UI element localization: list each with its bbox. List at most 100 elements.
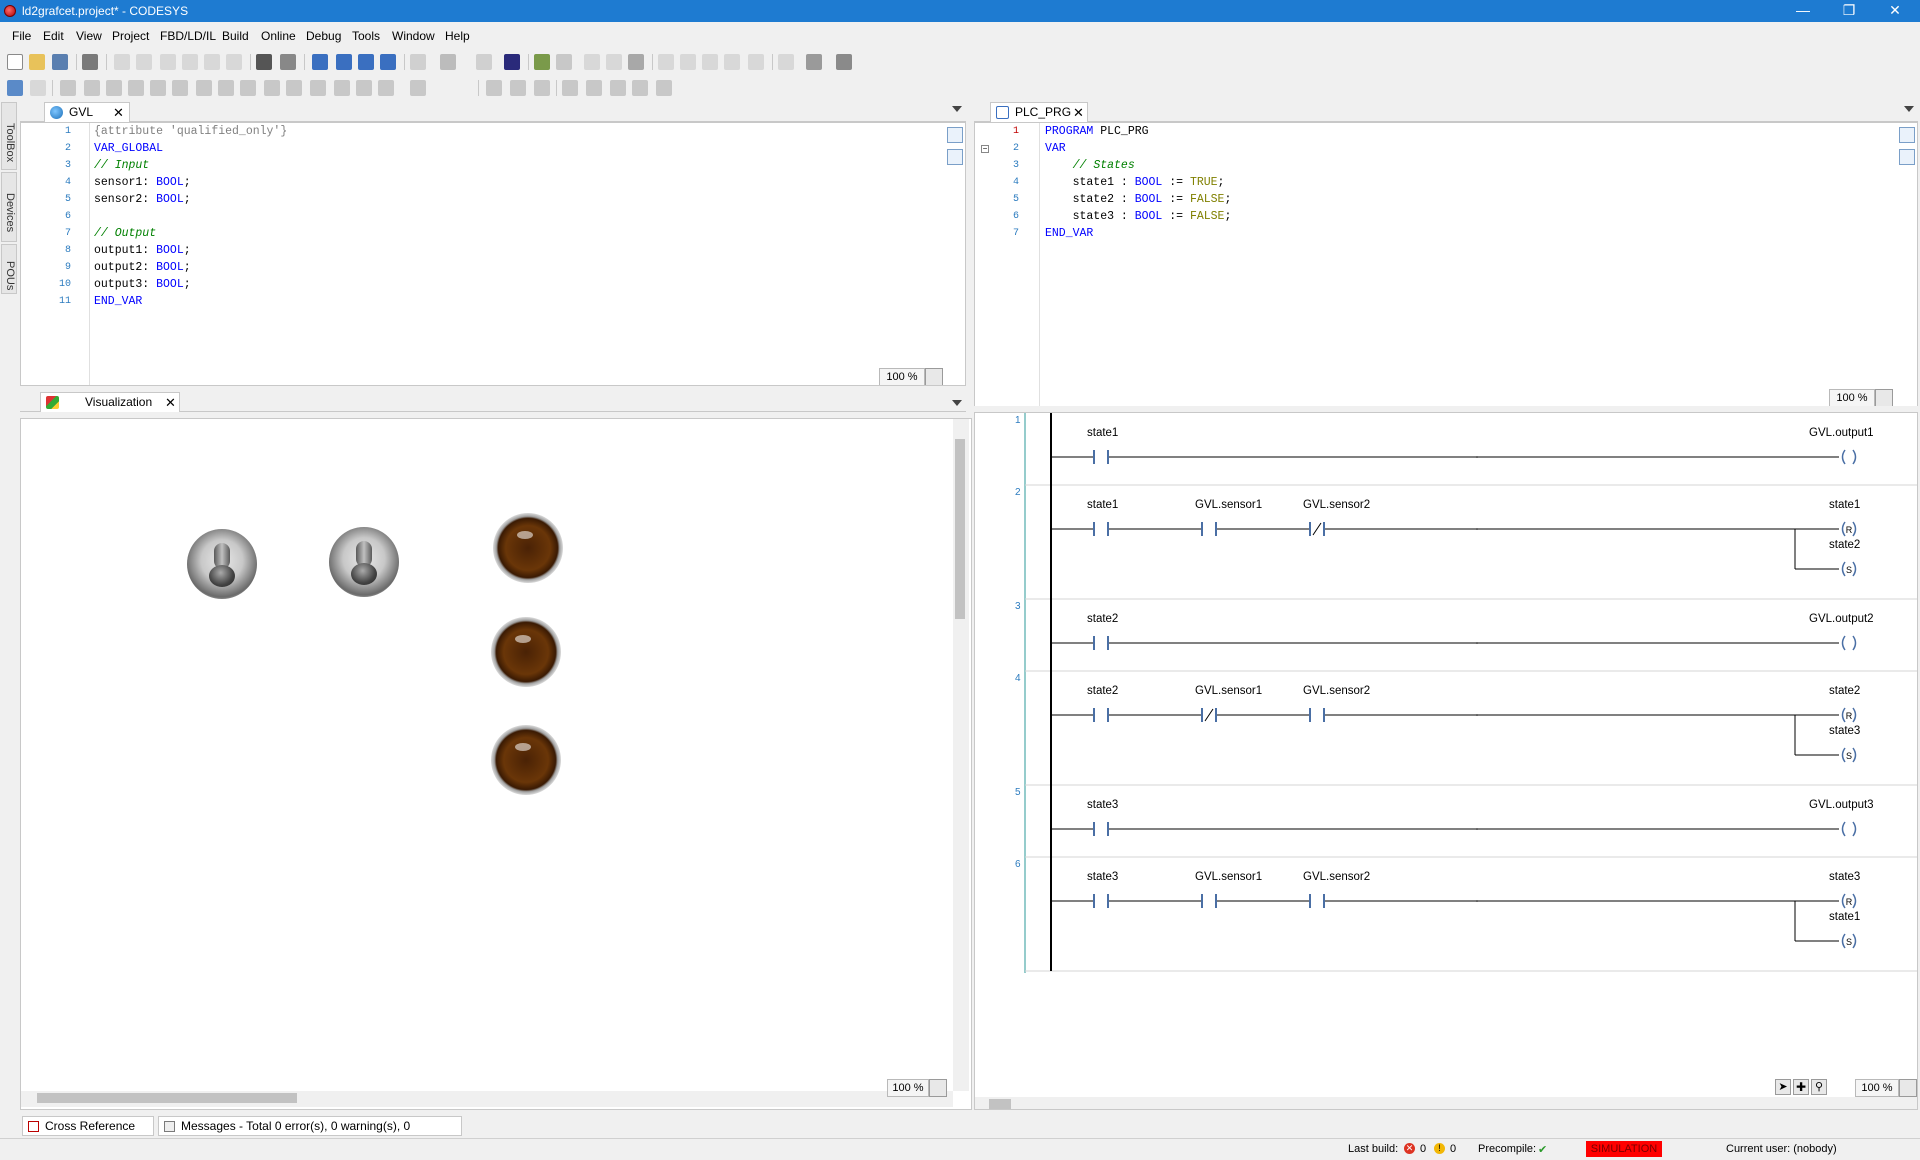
visualization-canvas[interactable]: 100 % — [20, 418, 972, 1110]
menu-tools[interactable]: Tools — [352, 29, 380, 43]
visualization-vertical-scrollbar[interactable] — [953, 419, 969, 1091]
insert-box-icon[interactable] — [196, 80, 212, 96]
contact-label[interactable]: GVL.sensor1 — [1195, 871, 1262, 883]
compare-icon[interactable] — [410, 54, 426, 70]
insert-branch-start-icon[interactable] — [378, 80, 394, 96]
plc-prg-declaration-editor[interactable]: 1 2 3 4 5 6 7 − PROGRAM PLC_PRG VAR // S… — [974, 122, 1918, 408]
dock-tab-devices[interactable]: Devices — [1, 172, 17, 242]
network-number[interactable]: 3 — [1015, 601, 1021, 612]
close-tab-icon[interactable]: ✕ — [165, 394, 176, 412]
step-out-icon[interactable] — [702, 54, 718, 70]
breakpoint-icon[interactable] — [748, 54, 764, 70]
tab-gvl[interactable]: GVL ✕ — [44, 102, 130, 122]
contact-label[interactable]: state2 — [1087, 685, 1118, 697]
insert-input-icon[interactable] — [310, 80, 326, 96]
menu-view[interactable]: View — [76, 29, 102, 43]
network-number[interactable]: 2 — [1015, 487, 1021, 498]
edge-detection-icon[interactable] — [510, 80, 526, 96]
contact-label[interactable]: state1 — [1087, 499, 1118, 511]
next-bookmark-icon[interactable] — [336, 54, 352, 70]
print-icon[interactable] — [82, 54, 98, 70]
visualization-horizontal-scrollbar[interactable] — [21, 1091, 953, 1107]
tab-visualization[interactable]: Visualization ✕ — [40, 392, 180, 412]
tab-cross-reference-list[interactable]: Cross Reference List — [22, 1116, 154, 1151]
tab-plc-prg[interactable]: PLC_PRG ✕ — [990, 102, 1088, 122]
run-to-cursor-icon[interactable] — [724, 54, 740, 70]
contact-label[interactable]: state3 — [1087, 871, 1118, 883]
redo-icon[interactable] — [136, 54, 152, 70]
delete-icon[interactable] — [226, 54, 242, 70]
properties-icon[interactable] — [476, 54, 492, 70]
contact-label[interactable]: state3 — [1087, 799, 1118, 811]
dock-tab-pous[interactable]: POUs — [1, 244, 17, 294]
cart-icon[interactable] — [836, 54, 852, 70]
start-icon[interactable] — [584, 54, 600, 70]
step-over-icon[interactable] — [658, 54, 674, 70]
contact-label[interactable]: GVL.sensor1 — [1195, 499, 1262, 511]
zoom-icon[interactable] — [1875, 389, 1893, 407]
coil-label[interactable]: state1 — [1829, 911, 1860, 923]
insert-multi-coil-icon[interactable] — [632, 80, 648, 96]
insert-output-icon[interactable] — [334, 80, 350, 96]
find-icon[interactable] — [256, 54, 272, 70]
insert-series-icon[interactable] — [586, 80, 602, 96]
step-into-icon[interactable] — [680, 54, 696, 70]
minimize-button[interactable]: — — [1780, 0, 1826, 22]
stop-icon[interactable] — [606, 54, 622, 70]
network-number[interactable]: 6 — [1015, 859, 1021, 870]
clear-bookmarks-icon[interactable] — [380, 54, 396, 70]
gvl-code[interactable]: {attribute 'qualified_only'} VAR_GLOBAL … — [94, 123, 287, 310]
network-number[interactable]: 4 — [1015, 673, 1021, 684]
contact-label[interactable]: state2 — [1087, 613, 1118, 625]
replace-icon[interactable] — [280, 54, 296, 70]
sensor2-toggle-switch[interactable] — [329, 527, 399, 597]
coil-label[interactable]: state2 — [1829, 685, 1860, 697]
zoom-icon[interactable] — [929, 1079, 947, 1097]
insert-negated-contact-icon[interactable] — [84, 80, 100, 96]
network-number[interactable]: 5 — [1015, 787, 1021, 798]
save-icon[interactable] — [52, 54, 68, 70]
crosshair-icon[interactable]: ✚ — [1793, 1079, 1809, 1095]
contact-label[interactable]: GVL.sensor2 — [1303, 871, 1370, 883]
build-icon[interactable] — [504, 54, 520, 70]
network-number[interactable]: 1 — [1015, 415, 1021, 426]
tabular-view-icon[interactable] — [1899, 149, 1915, 165]
cut-icon[interactable] — [160, 54, 176, 70]
menu-online[interactable]: Online — [261, 29, 296, 43]
copy-icon[interactable] — [182, 54, 198, 70]
menu-fbd-ld-il[interactable]: FBD/LD/IL — [160, 29, 216, 43]
zoom-icon[interactable] — [925, 368, 943, 385]
insert-label-icon[interactable] — [264, 80, 280, 96]
contact-label[interactable]: state1 — [1087, 427, 1118, 439]
insert-comment-icon[interactable] — [410, 80, 426, 96]
zoom-icon[interactable] — [1899, 1079, 1917, 1097]
insert-parallel-contact-icon[interactable] — [106, 80, 122, 96]
menu-edit[interactable]: Edit — [43, 29, 64, 43]
paste-icon[interactable] — [204, 54, 220, 70]
menu-file[interactable]: File — [12, 29, 31, 43]
dock-tab-toolbox[interactable]: ToolBox — [1, 102, 17, 170]
contact-label[interactable]: GVL.sensor1 — [1195, 685, 1262, 697]
coil-label[interactable]: GVL.output2 — [1809, 613, 1874, 625]
insert-jump-icon[interactable] — [240, 80, 256, 96]
close-tab-icon[interactable]: ✕ — [1073, 104, 1084, 122]
reset-icon[interactable] — [628, 54, 644, 70]
insert-reset-coil-icon[interactable] — [172, 80, 188, 96]
logout-icon[interactable] — [556, 54, 572, 70]
insert-assignment-icon[interactable] — [218, 80, 234, 96]
menu-debug[interactable]: Debug — [306, 29, 341, 43]
prev-bookmark-icon[interactable] — [358, 54, 374, 70]
insert-network-icon[interactable] — [30, 80, 46, 96]
insert-branch-icon[interactable] — [356, 80, 372, 96]
coil-label[interactable]: state1 — [1829, 499, 1860, 511]
declaration-view-icon[interactable] — [947, 127, 963, 143]
close-window-button[interactable]: ✕ — [1872, 0, 1918, 22]
menu-build[interactable]: Build — [222, 29, 249, 43]
ladder-network-icon[interactable] — [7, 80, 23, 96]
tabular-view-icon[interactable] — [947, 149, 963, 165]
ladder-editor[interactable]: R S R S R S 1 state1 GVL.output1 2 state1 GVL.sens… — [974, 412, 1918, 1110]
close-tab-icon[interactable]: ✕ — [113, 104, 124, 122]
plc-prg-code[interactable]: PROGRAM PLC_PRG VAR // States state1 : B… — [1045, 123, 1231, 242]
coil-label[interactable]: GVL.output3 — [1809, 799, 1874, 811]
restore-button[interactable]: ❐ — [1826, 0, 1872, 22]
